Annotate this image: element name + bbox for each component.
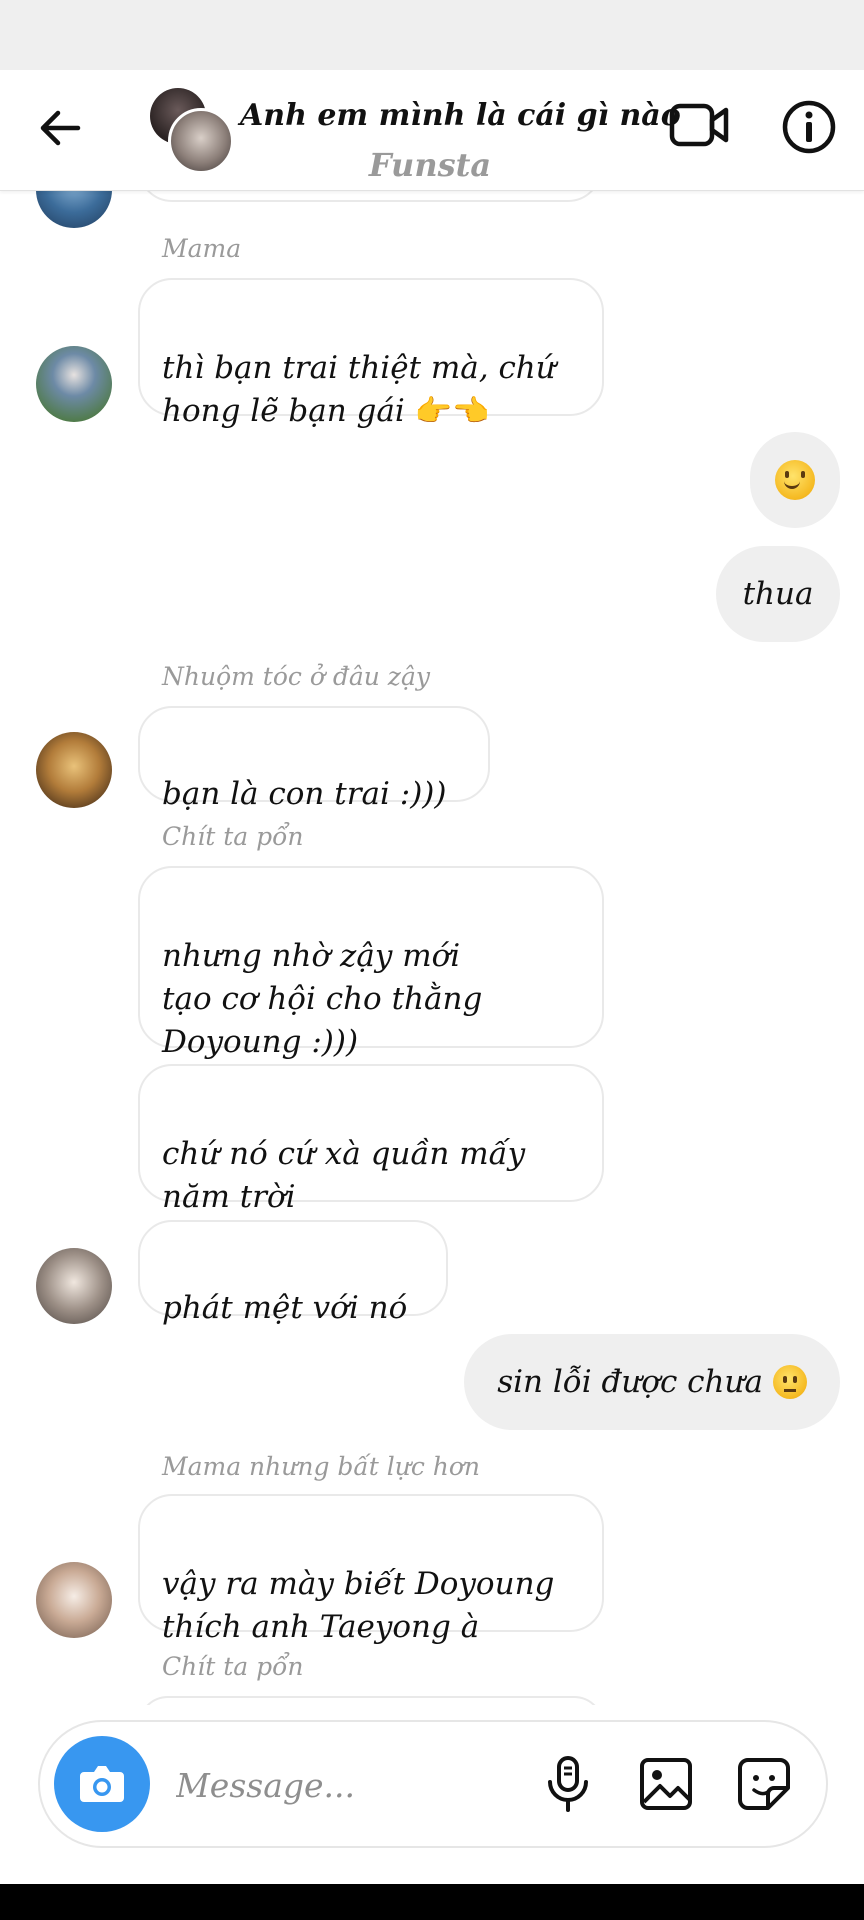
message-text: phát mệt với nó xyxy=(162,1290,408,1326)
avatar xyxy=(36,190,112,228)
chat-subtitle: Funsta xyxy=(368,146,492,184)
message-bubble[interactable]: vậy ra mày biết Doyoung thích anh Taeyon… xyxy=(138,1494,604,1645)
sender-name: Mama nhưng bất lực hơn xyxy=(162,1452,481,1481)
sender-name: Chít ta pổn xyxy=(162,822,304,851)
message-bubble[interactable] xyxy=(138,190,602,202)
status-bar xyxy=(0,0,864,70)
avatar xyxy=(36,346,112,422)
avatar xyxy=(36,1248,112,1324)
message-input[interactable] xyxy=(174,1752,538,1818)
info-button[interactable] xyxy=(780,98,838,156)
microphone-icon xyxy=(548,1756,588,1812)
message-bubble-sent[interactable] xyxy=(750,432,840,528)
message-list[interactable]: Mama thì bạn trai thiệt mà, chứ hong lẽ … xyxy=(0,190,864,1705)
pensive-face-emoji xyxy=(772,1365,807,1399)
message-bubble-sent[interactable]: thua xyxy=(716,546,840,642)
message-text: thua xyxy=(742,576,814,612)
chat-header: Anh em mình là cái gì nào Funsta xyxy=(0,70,864,191)
message-bubble[interactable]: nhưng nhờ zậy mới tạo cơ hội cho thằng D… xyxy=(138,866,604,1060)
camera-icon xyxy=(80,1766,124,1802)
sender-name: Nhuộm tóc ở đâu zậy xyxy=(162,662,430,691)
message-text: sin lỗi được chưa xyxy=(497,1364,763,1400)
message-text: bạn là con trai :))) xyxy=(162,776,447,812)
message-bubble[interactable] xyxy=(138,1696,604,1705)
message-text: chứ nó cứ xà quần mấy năm trời xyxy=(162,1136,526,1215)
message-composer xyxy=(38,1720,828,1848)
video-camera-icon xyxy=(669,103,729,147)
info-icon xyxy=(782,100,836,154)
avatar xyxy=(36,732,112,808)
message-bubble[interactable]: thì bạn trai thiệt mà, chứ hong lẽ bạn g… xyxy=(138,278,604,429)
avatar xyxy=(36,1562,112,1638)
message-bubble[interactable]: chứ nó cứ xà quần mấy năm trời xyxy=(138,1064,604,1215)
group-avatar[interactable] xyxy=(150,88,234,174)
sticker-icon xyxy=(738,1758,790,1810)
voice-message-button[interactable] xyxy=(540,1754,596,1814)
sender-name: Mama xyxy=(162,234,242,263)
message-bubble[interactable]: bạn là con trai :))) xyxy=(138,706,490,812)
avatar xyxy=(168,108,234,174)
message-text: thì bạn trai thiệt mà, chứ hong lẽ bạn g… xyxy=(162,350,556,429)
message-bubble[interactable]: phát mệt với nó xyxy=(138,1220,448,1326)
video-call-button[interactable] xyxy=(668,98,732,154)
arrow-left-icon xyxy=(40,110,81,146)
back-button[interactable] xyxy=(34,100,90,156)
gallery-button[interactable] xyxy=(636,1754,696,1814)
message-bubble-sent[interactable]: sin lỗi được chưa xyxy=(464,1334,840,1430)
smiling-face-emoji xyxy=(775,460,815,500)
image-icon xyxy=(640,1758,692,1810)
pointing-hands-emoji: 👉👈 xyxy=(414,394,490,429)
system-nav-bar xyxy=(0,1884,864,1920)
sender-name: Chít ta pổn xyxy=(162,1652,304,1681)
message-text: vậy ra mày biết Doyoung thích anh Taeyon… xyxy=(162,1566,555,1645)
camera-button[interactable] xyxy=(54,1736,150,1832)
chat-title[interactable]: Anh em mình là cái gì nào xyxy=(240,98,681,133)
sticker-button[interactable] xyxy=(734,1754,794,1814)
message-text: nhưng nhờ zậy mới tạo cơ hội cho thằng D… xyxy=(162,938,483,1060)
